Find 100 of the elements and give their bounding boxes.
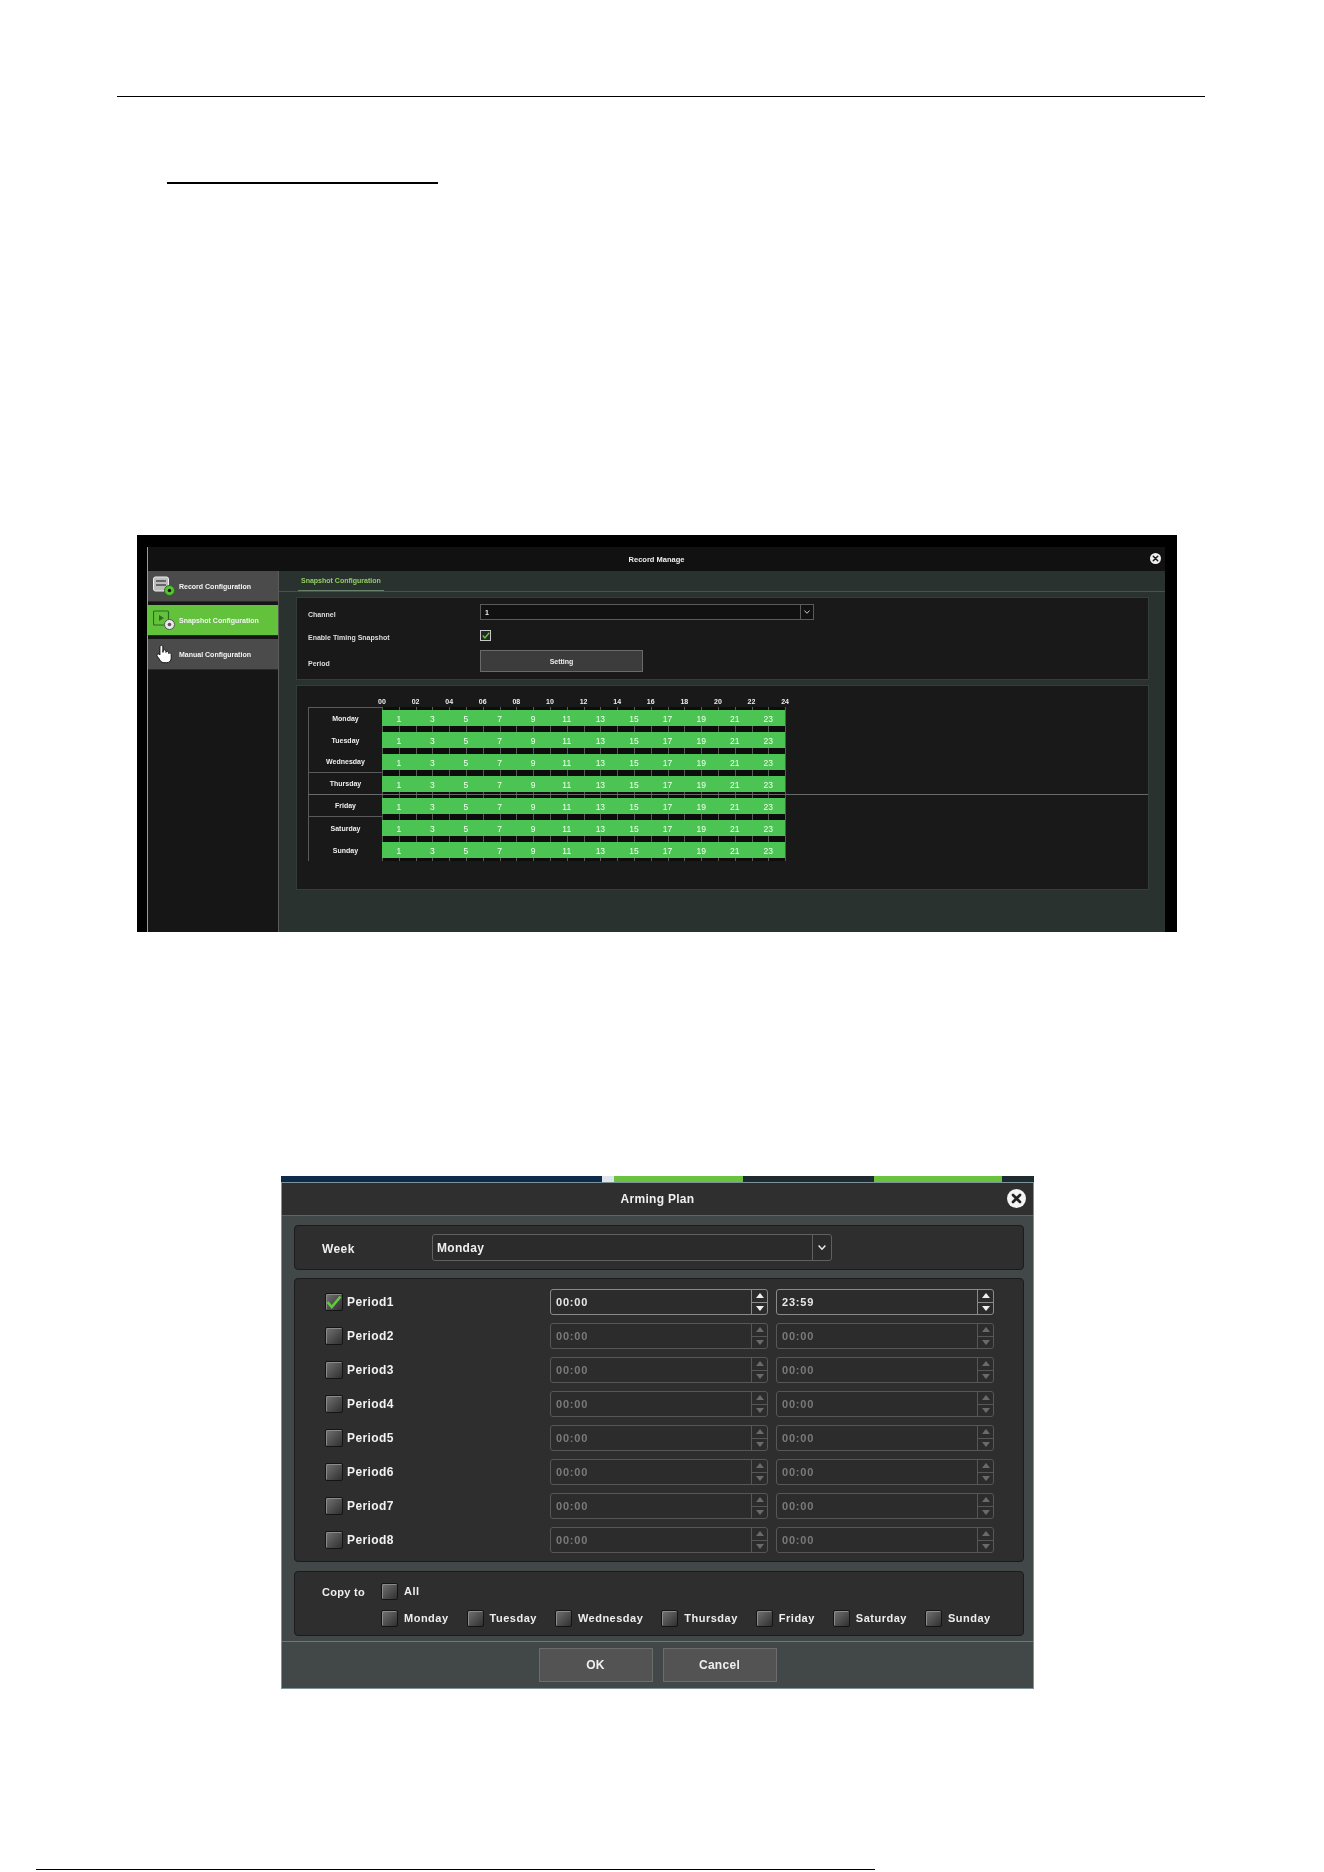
checkbox[interactable] (325, 1531, 343, 1549)
up-arrow-icon (981, 1497, 990, 1503)
down-arrow-icon (755, 1339, 764, 1345)
up-arrow-icon (755, 1497, 764, 1503)
checkbox[interactable] (325, 1429, 343, 1447)
chevron-down-icon (804, 610, 810, 614)
week-dropdown[interactable]: Monday (432, 1234, 832, 1261)
schedule-bar[interactable]: 1 3 5 7 9 11 13 15 17 19 21 23 (382, 754, 785, 770)
checkbox-label: Tuesday (489, 1612, 537, 1624)
hour-number: 21 (730, 758, 740, 768)
hour-number: 9 (530, 824, 536, 834)
hour-number: 23 (763, 758, 774, 768)
hour-number: 3 (430, 824, 435, 834)
checkbox[interactable] (325, 1293, 343, 1311)
hour-number: 15 (629, 736, 639, 746)
hour-number: 11 (562, 779, 572, 790)
checkbox[interactable] (325, 1327, 343, 1345)
period-label: Period2 (347, 1329, 394, 1343)
hour-number: 9 (530, 714, 536, 724)
hour-number: 9 (530, 802, 536, 812)
hour-number: 17 (662, 779, 673, 790)
schedule-bar[interactable]: 1 3 5 7 9 11 13 15 17 19 21 23 (382, 710, 785, 726)
down-arrow-icon (755, 1441, 764, 1447)
hour-number: 21 (730, 779, 740, 790)
hour-number: 15 (629, 846, 639, 856)
schedule-bar[interactable]: 1 3 5 7 9 11 13 15 17 19 21 23 (382, 775, 785, 792)
checkbox[interactable] (381, 1609, 398, 1627)
checkbox-label: Friday (778, 1612, 815, 1624)
cancel-button[interactable]: Cancel (662, 1648, 777, 1682)
schedule-bar[interactable]: 1 3 5 7 9 11 13 15 17 19 21 23 (382, 820, 785, 836)
chevron-down-icon (818, 1245, 826, 1250)
checkbox-label: Monday (404, 1612, 449, 1624)
checkbox-label: Thursday (684, 1612, 738, 1624)
close-icon[interactable] (1007, 1189, 1026, 1208)
down-arrow-icon (981, 1373, 990, 1379)
up-arrow-icon (755, 1429, 764, 1435)
hour-number: 23 (763, 824, 774, 834)
checkbox[interactable] (755, 1609, 773, 1627)
schedule-bar[interactable]: 1 3 5 7 9 11 13 15 17 19 21 23 (382, 798, 785, 814)
schedule-bar[interactable]: 1 3 5 7 9 11 13 15 17 19 21 23 (382, 732, 785, 748)
up-arrow-icon (755, 1327, 764, 1333)
device-gear-icon (153, 576, 175, 596)
field-label: Week (322, 1241, 355, 1256)
hour-number: 21 (730, 736, 740, 746)
hour-number: 3 (430, 802, 435, 812)
up-arrow-icon (755, 1361, 764, 1367)
hour-number: 19 (696, 714, 706, 724)
checkbox[interactable] (924, 1609, 942, 1627)
down-arrow-icon (755, 1373, 764, 1379)
ok-button[interactable]: OK (538, 1648, 653, 1682)
down-arrow-icon (981, 1305, 990, 1311)
period-label: Period7 (347, 1499, 394, 1513)
hour-number: 11 (562, 824, 572, 834)
up-arrow-icon (981, 1293, 990, 1299)
hour-number: 3 (430, 758, 435, 768)
close-icon[interactable] (1150, 553, 1161, 564)
checkbox[interactable] (466, 1609, 484, 1627)
time-field[interactable]: 23:59 (776, 1289, 994, 1315)
down-arrow-icon (981, 1543, 990, 1549)
schedule-bar[interactable]: 1 3 5 7 9 11 13 15 17 19 21 23 (382, 842, 785, 858)
up-arrow-icon (755, 1531, 764, 1537)
checkbox[interactable] (325, 1463, 343, 1481)
checkbox[interactable] (325, 1497, 343, 1515)
checkbox[interactable] (554, 1609, 572, 1627)
checkbox-label: Saturday (855, 1612, 907, 1624)
up-arrow-icon (981, 1463, 990, 1469)
hour-number: 15 (629, 824, 639, 834)
down-arrow-icon (981, 1509, 990, 1515)
up-arrow-icon (755, 1395, 764, 1401)
hour-number: 1 (396, 846, 402, 856)
checkbox[interactable] (325, 1395, 343, 1413)
down-arrow-icon (755, 1305, 764, 1311)
time-field[interactable]: 00:00 (550, 1289, 768, 1315)
hour-number: 13 (595, 824, 606, 834)
hour-number: 13 (595, 758, 606, 768)
dialog-title: Arming Plan (620, 1192, 695, 1206)
hour-number: 11 (562, 736, 572, 746)
checkbox[interactable] (832, 1609, 850, 1627)
hour-number: 9 (530, 779, 536, 790)
up-arrow-icon (981, 1531, 990, 1537)
hour-number: 19 (696, 824, 706, 834)
down-arrow-icon (755, 1475, 764, 1481)
hour-number: 1 (396, 802, 402, 812)
checkbox[interactable] (661, 1609, 679, 1627)
up-arrow-icon (981, 1395, 990, 1401)
up-arrow-icon (981, 1361, 990, 1367)
hour-number: 11 (562, 714, 572, 724)
hour-number: 17 (662, 802, 673, 812)
down-arrow-icon (755, 1407, 764, 1413)
hour-number: 15 (629, 758, 639, 768)
hour-number: 19 (696, 736, 706, 746)
hour-number: 5 (463, 802, 469, 812)
hour-number: 5 (463, 779, 469, 790)
hour-number: 5 (463, 758, 469, 768)
hour-number: 13 (595, 779, 606, 790)
down-arrow-icon (981, 1441, 990, 1447)
checkbox[interactable] (381, 1582, 398, 1600)
checkbox[interactable] (325, 1361, 343, 1379)
hour-number: 5 (463, 736, 469, 746)
checkbox-label: Wednesday (577, 1612, 644, 1624)
